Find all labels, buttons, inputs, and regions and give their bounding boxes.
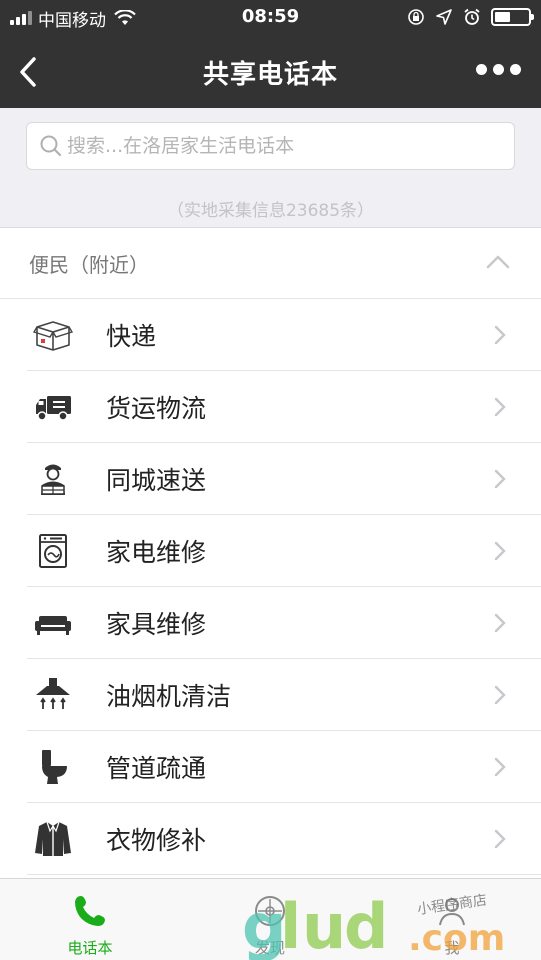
list-item-label: 衣物修补 [106, 825, 207, 855]
tab-phonebook[interactable]: 电话本 [30, 879, 150, 960]
list-item-label: 油烟机清洁 [106, 681, 232, 711]
list-item-label: 快递 [106, 321, 157, 351]
list-item-label: 同城速送 [106, 465, 207, 495]
list-item-label: 管道疏通 [106, 753, 207, 783]
tab-discover[interactable]: 发现 [210, 879, 330, 960]
list-item-label: 货运物流 [106, 393, 207, 423]
tab-label: 电话本 [67, 939, 113, 957]
list-item-range-hood-cleaning[interactable]: 油烟机清洁 [27, 659, 541, 731]
list-item-freight[interactable]: 货运物流 [27, 371, 541, 443]
search-input[interactable] [67, 135, 487, 157]
list-item-pipe-unclogging[interactable]: 管道疏通 [27, 731, 541, 803]
tab-label: 发现 [254, 939, 285, 957]
list-item-express[interactable]: 快递 [27, 299, 541, 371]
express-box-icon [33, 315, 73, 355]
tab-bar: 电话本 发现 我 [0, 878, 541, 960]
phone-icon [75, 896, 105, 926]
sofa-icon [33, 603, 73, 643]
tab-label: 我 [444, 939, 460, 957]
courier-icon [33, 459, 73, 499]
page-title: 共享电话本 [202, 60, 338, 90]
chevron-right-icon [494, 325, 506, 345]
search-icon [40, 135, 62, 157]
chevron-right-icon [494, 469, 506, 489]
chevron-up-icon[interactable] [485, 252, 511, 270]
navigation-bar: 共享电话本 [0, 36, 541, 108]
person-icon [439, 898, 465, 926]
location-arrow-icon [436, 9, 452, 25]
section-title: 便民（附近） [29, 252, 149, 277]
washing-machine-icon [33, 531, 73, 571]
record-count-text: （实地采集信息23685条） [166, 201, 375, 221]
search-area: （实地采集信息23685条） [0, 108, 541, 227]
tab-me[interactable]: 我 [392, 879, 512, 960]
rotation-lock-icon [408, 9, 424, 25]
battery-icon [491, 8, 534, 26]
toilet-icon [33, 747, 73, 787]
compass-icon [255, 896, 285, 926]
list-item-clothing-repair[interactable]: 衣物修补 [27, 803, 541, 875]
chevron-right-icon [494, 685, 506, 705]
alarm-icon [464, 8, 480, 25]
chevron-right-icon [494, 541, 506, 561]
search-box[interactable] [26, 122, 515, 170]
truck-icon [33, 387, 73, 427]
list-item-label: 家电维修 [106, 537, 207, 567]
list-item-label: 家具维修 [106, 609, 207, 639]
chevron-right-icon [494, 757, 506, 777]
section-header-convenience[interactable]: 便民（附近） [0, 228, 541, 299]
range-hood-icon [33, 675, 73, 715]
list-item-same-city-delivery[interactable]: 同城速送 [27, 443, 541, 515]
more-dot-icon [476, 64, 487, 75]
chevron-right-icon [494, 397, 506, 417]
more-menu-button[interactable] [476, 64, 521, 75]
list-item-furniture-repair[interactable]: 家具维修 [27, 587, 541, 659]
chevron-right-icon [494, 613, 506, 633]
status-bar: 中国移动 08:59 [0, 0, 541, 36]
more-dot-icon [493, 64, 504, 75]
more-dot-icon [510, 64, 521, 75]
list-item-appliance-repair[interactable]: 家电维修 [27, 515, 541, 587]
jacket-icon [33, 819, 73, 859]
chevron-right-icon [494, 829, 506, 849]
category-list: 便民（附近） 快递 货运物流 同城速送 家电维修 家具维修 油烟机清洁 管道疏通… [0, 227, 541, 878]
